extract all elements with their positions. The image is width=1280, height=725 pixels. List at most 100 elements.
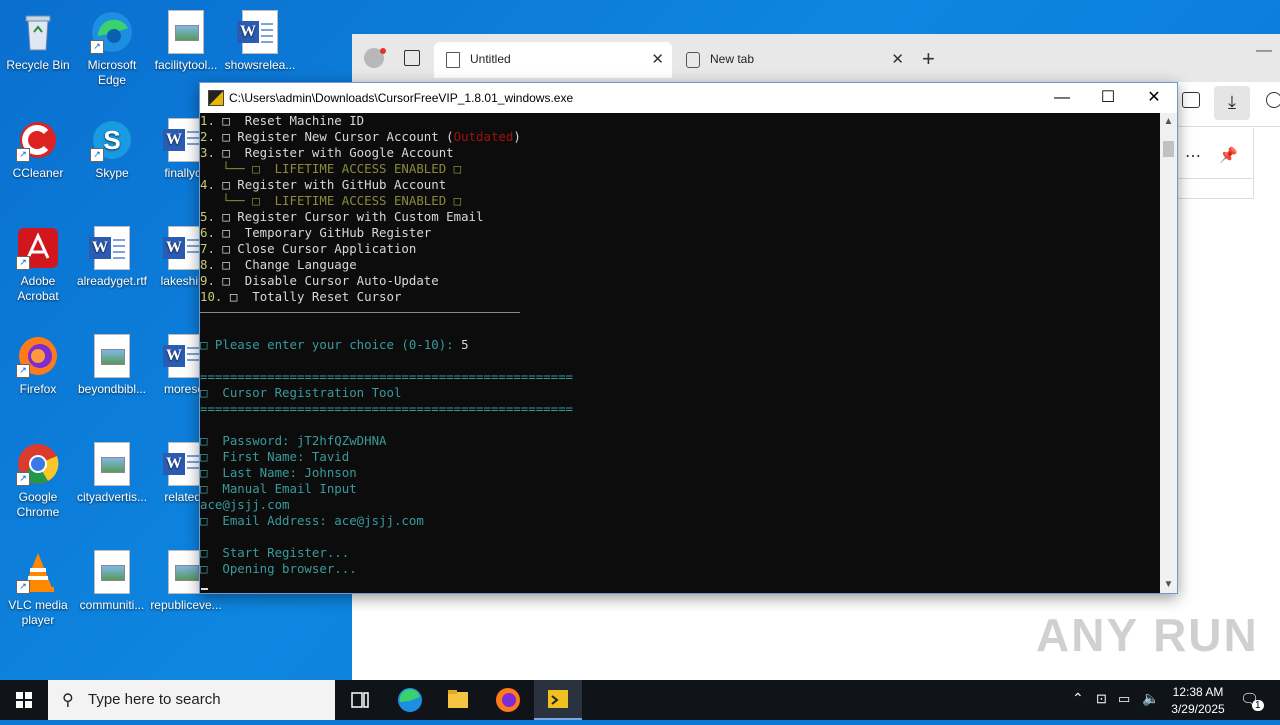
menu-item: 8. □ Change Language [200,257,357,272]
console-output[interactable]: 1. □ Reset Machine ID 2. □ Register New … [200,113,1160,593]
panel-divider [1177,178,1253,179]
desktop-icon-showsrelea[interactable]: W showsrelea... [222,4,298,73]
choice-value: 5 [461,337,469,352]
image-file-icon [94,334,130,378]
shortcut-arrow-icon: ↗ [16,472,30,486]
close-tab-icon[interactable]: ✕ [651,50,664,68]
desktop-icon-label: Recycle Bin [6,58,70,72]
scroll-up-icon[interactable]: ▲ [1160,113,1177,130]
system-clock[interactable]: 12:38 AM 3/29/2025 [1160,684,1236,718]
shortcut-arrow-icon: ↗ [90,148,104,162]
new-tab-page-icon [686,52,700,68]
start-button[interactable] [0,680,48,720]
tab-label: New tab [710,52,755,66]
password-line: □ Password: jT2hfQZwDHNA [200,433,387,448]
menu-separator [200,312,520,313]
taskbar-firefox[interactable] [484,680,532,720]
extensions-icon[interactable] [1266,92,1280,108]
volume-icon[interactable]: 🔈 [1140,680,1160,720]
window-minimize-icon[interactable]: — [1256,42,1272,60]
pin-icon[interactable]: 📌 [1219,146,1238,164]
desktop-icon-cityadvertis[interactable]: cityadvertis... [74,436,150,505]
shortcut-arrow-icon: ↗ [90,40,104,54]
downloads-icon[interactable]: ⤓ [1214,86,1250,120]
text-cursor [201,588,208,590]
tab-label: Untitled [470,52,511,66]
shortcut-arrow-icon: ↗ [16,148,30,162]
network-icon[interactable]: ⊡ [1094,680,1112,720]
taskbar-edge[interactable] [386,680,434,720]
ccleaner-icon: ↗ [16,118,60,162]
console-title-bar[interactable]: C:\Users\admin\Downloads\CursorFreeVIP_1… [200,83,1177,112]
desktop-icon-label: showsrelea... [224,58,296,72]
outdated-label: Outdated [453,129,514,144]
tab-actions-icon[interactable] [404,50,420,66]
minimize-button[interactable]: — [1039,83,1085,112]
downloads-panel: ⋯ 📌 [1176,128,1254,199]
shortcut-arrow-icon: ↗ [16,364,30,378]
console-title: C:\Users\admin\Downloads\CursorFreeVIP_1… [229,91,574,105]
desktop-icon-skype[interactable]: S ↗ Skype [74,112,150,181]
taskbar: ⚲ Type here to search ⌃ ⊡ ▭ 🔈 12:38 AM 3… [0,680,1280,720]
taskbar-console-app[interactable] [534,680,582,720]
desktop-icon-recycle-bin[interactable]: Recycle Bin [0,4,76,73]
header-rule: ========================================… [200,401,573,416]
firefox-icon [496,688,520,712]
word-doc-icon: W [89,226,130,270]
more-options-icon[interactable]: ⋯ [1185,146,1201,166]
desktop-icon-firefox[interactable]: ↗ Firefox [0,328,76,397]
image-file-icon [168,10,204,54]
clock-date: 3/29/2025 [1171,702,1225,716]
desktop-icon-ccleaner[interactable]: ↗ CCleaner [0,112,76,181]
desktop-icon-beyondbibl[interactable]: beyondbibl... [74,328,150,397]
close-tab-icon[interactable]: ✕ [891,50,904,68]
desktop-icon-edge[interactable]: ↗ Microsoft Edge [74,4,150,88]
tool-title: □ Cursor Registration Tool [200,385,402,400]
opening-browser-line: □ Opening browser... [200,561,357,576]
menu-item: 4. □ Register with GitHub Account [200,177,447,192]
desktop-icon-label: alreadyget.rtf [76,274,148,288]
desktop-icon-label: beyondbibl... [77,382,147,396]
email-input-echo: ace@jsjj.com [200,497,290,512]
desktop-icon-communiti[interactable]: communiti... [74,544,150,613]
desktop-icon-acrobat[interactable]: ↗ Adobe Acrobat [0,220,76,304]
taskbar-search-box[interactable]: ⚲ Type here to search [48,680,335,720]
console-app-icon [208,90,224,106]
console-window: C:\Users\admin\Downloads\CursorFreeVIP_1… [199,82,1178,594]
desktop-icon-label: Google Chrome [16,490,60,519]
desktop-icon-label: Microsoft Edge [87,58,137,87]
tab-new-tab[interactable]: New tab ✕ [674,42,912,78]
task-view-icon [351,692,369,708]
skype-icon: S ↗ [90,118,134,162]
desktop-icon-label: VLC media player [8,598,68,627]
scrollbar-thumb[interactable] [1163,141,1174,157]
desktop-icon-vlc[interactable]: ↗ VLC media player [0,544,76,628]
collections-icon[interactable] [1182,92,1200,108]
menu-subitem: └── □ LIFETIME ACCESS ENABLED □ [200,161,462,176]
close-button[interactable]: ✕ [1131,83,1177,112]
maximize-button[interactable]: ☐ [1085,83,1131,112]
console-scrollbar[interactable]: ▲ ▼ [1160,113,1177,593]
windows-logo-icon [16,692,32,708]
desktop-icon-chrome[interactable]: ↗ Google Chrome [0,436,76,520]
acrobat-icon: ↗ [16,226,60,270]
shortcut-arrow-icon: ↗ [16,580,30,594]
scroll-down-icon[interactable]: ▼ [1160,576,1177,593]
task-view-button[interactable] [336,680,384,720]
image-file-icon [94,442,130,486]
edge-icon: ↗ [90,10,134,54]
display-icon[interactable]: ▭ [1116,680,1136,720]
tab-untitled[interactable]: Untitled ✕ [434,42,672,78]
desktop-icon-alreadyget[interactable]: W alreadyget.rtf [74,220,150,289]
image-file-icon [94,550,130,594]
firefox-icon: ↗ [16,334,60,378]
taskbar-file-explorer[interactable] [434,680,482,720]
shortcut-arrow-icon: ↗ [16,256,30,270]
notification-center-button[interactable]: 🗨 1 [1236,680,1266,720]
show-hidden-icons[interactable]: ⌃ [1070,680,1088,720]
menu-subitem: └── □ LIFETIME ACCESS ENABLED □ [200,193,462,208]
desktop-icon-facilitytool[interactable]: facilitytool... [148,4,224,73]
menu-item: 5. □ Register Cursor with Custom Email [200,209,484,224]
new-tab-plus-icon[interactable]: + [922,46,935,72]
recycle-bin-icon [16,10,60,54]
